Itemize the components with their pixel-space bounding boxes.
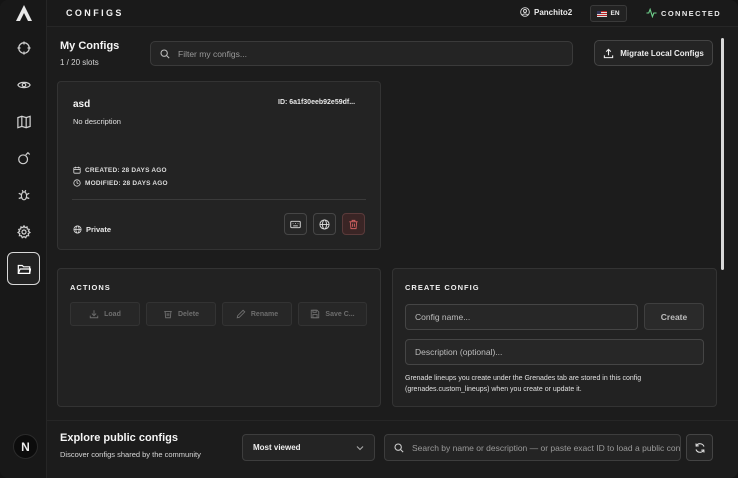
- grenade-icon[interactable]: [7, 141, 40, 174]
- create-config-title: CREATE CONFIG: [405, 283, 480, 292]
- slots-count: 1 / 20 slots: [60, 58, 99, 67]
- trash-icon: [164, 311, 172, 319]
- upload-icon: [604, 48, 614, 58]
- section-divider: [47, 420, 738, 421]
- scrollbar[interactable]: [721, 38, 724, 270]
- config-description: No description: [73, 117, 121, 126]
- save-config-button[interactable]: Save C...: [298, 302, 367, 326]
- search-icon: [160, 48, 170, 59]
- save-icon: [311, 309, 320, 319]
- user-icon: [520, 7, 530, 17]
- modified-meta: MODIFIED: 28 DAYS AGO: [73, 179, 168, 187]
- modified-text: MODIFIED: 28 DAYS AGO: [85, 179, 168, 187]
- created-text: CREATED: 28 DAYS AGO: [85, 166, 167, 174]
- pencil-icon: [236, 309, 246, 319]
- delete-button[interactable]: Delete: [146, 302, 216, 326]
- calendar-icon: [73, 166, 81, 174]
- avatar[interactable]: N: [13, 434, 38, 459]
- created-meta: CREATED: 28 DAYS AGO: [73, 166, 167, 174]
- username: Panchito2: [534, 7, 573, 17]
- crosshair-icon[interactable]: [7, 31, 40, 64]
- eye-icon[interactable]: [7, 68, 40, 101]
- card-divider: [72, 199, 366, 200]
- public-configs-search[interactable]: [384, 434, 681, 461]
- sidebar: N: [0, 0, 47, 478]
- sort-select[interactable]: Most viewed: [242, 434, 375, 461]
- config-name-input[interactable]: Config name...: [405, 304, 638, 330]
- filter-configs-search[interactable]: [150, 41, 573, 66]
- clock-icon: [73, 179, 81, 187]
- gear-icon[interactable]: [7, 215, 40, 248]
- bug-icon[interactable]: [7, 178, 40, 211]
- explore-subtitle: Discover configs shared by the community: [60, 450, 201, 459]
- chevron-down-icon: [356, 446, 364, 451]
- rename-label: Rename: [250, 310, 279, 318]
- status-text: CONNECTED: [661, 8, 722, 18]
- logo-icon: [14, 4, 34, 22]
- folder-icon[interactable]: [7, 252, 40, 285]
- rename-button[interactable]: Rename: [222, 302, 292, 326]
- activity-icon: [646, 8, 657, 18]
- explore-title: Explore public configs: [60, 432, 178, 444]
- visibility-toggle-button[interactable]: [313, 213, 336, 235]
- public-configs-search-input[interactable]: [412, 442, 680, 453]
- actions-panel: ACTIONS: [57, 268, 381, 407]
- visibility-label: Private: [86, 225, 112, 234]
- config-card[interactable]: asd ID: 6a1f30eeb92e59df... No descripti…: [57, 81, 381, 250]
- user-menu[interactable]: Panchito2: [520, 7, 572, 17]
- globe-icon: [73, 225, 82, 234]
- globe-icon: [319, 218, 330, 230]
- keyboard-icon: [290, 220, 301, 228]
- delete-label: Delete: [177, 310, 199, 318]
- download-icon: [89, 310, 99, 319]
- visibility: Private: [73, 225, 111, 234]
- load-button[interactable]: Load: [70, 302, 140, 326]
- trash-icon: [349, 219, 358, 229]
- migrate-local-configs-button[interactable]: Migrate Local Configs: [594, 40, 713, 66]
- map-icon[interactable]: [7, 105, 40, 138]
- delete-config-button[interactable]: [342, 213, 365, 235]
- config-name: asd: [73, 99, 91, 110]
- migrate-label: Migrate Local Configs: [620, 48, 704, 58]
- topbar: CONFIGS Panchito2 EN CONNECTED: [47, 0, 738, 27]
- sort-selected-value: Most viewed: [253, 443, 301, 452]
- create-button[interactable]: Create: [644, 303, 704, 330]
- app-window: N CONFIGS Panchito2 EN CONNECTED My Conf…: [0, 0, 738, 478]
- grenade-lineups-note: Grenade lineups you create under the Gre…: [405, 375, 642, 393]
- connection-status: CONNECTED: [646, 8, 721, 18]
- page-title: CONFIGS: [66, 8, 124, 18]
- my-configs-title: My Configs: [60, 40, 120, 52]
- filter-configs-input[interactable]: [178, 48, 558, 59]
- config-id: ID: 6a1f30eeb92e59df...: [278, 99, 356, 106]
- actions-title: ACTIONS: [70, 283, 111, 292]
- refresh-icon: [694, 442, 705, 453]
- us-flag-icon: [597, 10, 608, 17]
- language-selector[interactable]: EN: [590, 5, 627, 22]
- load-label: Load: [104, 310, 121, 318]
- language-label: EN: [610, 10, 620, 17]
- refresh-button[interactable]: [686, 434, 713, 461]
- description-input[interactable]: Description (optional)...: [405, 339, 704, 365]
- search-icon: [394, 442, 404, 453]
- save-label: Save C...: [325, 310, 355, 318]
- keyboard-button[interactable]: [284, 213, 307, 235]
